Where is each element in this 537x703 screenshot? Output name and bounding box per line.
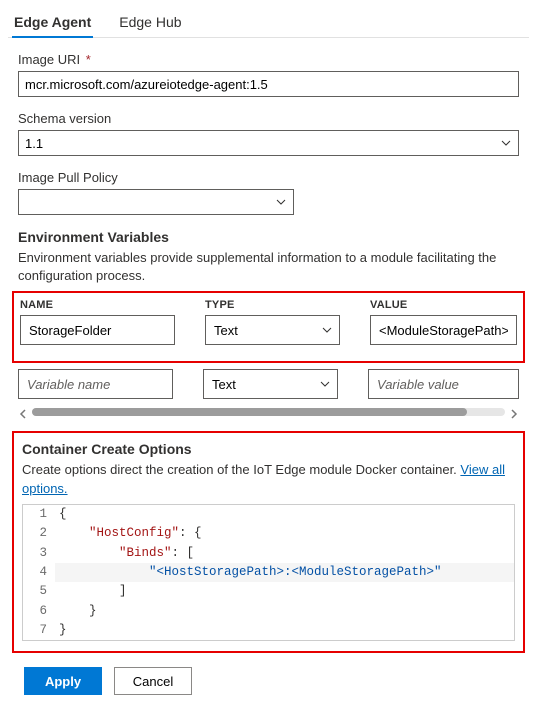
line-number: 2 bbox=[23, 524, 55, 543]
scroll-track[interactable] bbox=[32, 408, 505, 416]
tab-edge-agent[interactable]: Edge Agent bbox=[12, 8, 93, 38]
line-number: 7 bbox=[23, 621, 55, 640]
image-uri-input[interactable] bbox=[18, 71, 519, 97]
scroll-right-icon[interactable] bbox=[509, 407, 519, 417]
env-vars-desc: Environment variables provide supplement… bbox=[18, 249, 519, 285]
schema-version-label: Schema version bbox=[18, 111, 519, 126]
code-content[interactable]: ] bbox=[55, 582, 514, 601]
cco-desc-text: Create options direct the creation of th… bbox=[22, 462, 460, 477]
env-value-placeholder-input[interactable] bbox=[368, 369, 519, 399]
cancel-button[interactable]: Cancel bbox=[114, 667, 192, 695]
code-content[interactable]: { bbox=[55, 505, 514, 524]
env-value-input[interactable] bbox=[370, 315, 517, 345]
required-asterisk: * bbox=[86, 52, 91, 67]
code-line[interactable]: 6 } bbox=[23, 602, 514, 621]
env-name-input[interactable] bbox=[20, 315, 175, 345]
tab-edge-hub[interactable]: Edge Hub bbox=[117, 8, 183, 37]
line-number: 5 bbox=[23, 582, 55, 601]
cco-highlight-box: Container Create Options Create options … bbox=[12, 431, 525, 653]
env-type-select[interactable] bbox=[205, 315, 340, 345]
cco-desc: Create options direct the creation of th… bbox=[22, 461, 515, 497]
env-name-placeholder-input[interactable] bbox=[18, 369, 173, 399]
schema-version-select[interactable] bbox=[18, 130, 519, 156]
image-uri-label: Image URI * bbox=[18, 52, 519, 67]
tabs-bar: Edge Agent Edge Hub bbox=[8, 8, 529, 38]
env-header-value: VALUE bbox=[370, 299, 517, 311]
line-number: 4 bbox=[23, 563, 55, 582]
env-row bbox=[20, 315, 517, 345]
code-content[interactable]: } bbox=[55, 621, 514, 640]
env-highlight-box: NAME TYPE VALUE bbox=[12, 291, 525, 363]
env-header-row: NAME TYPE VALUE bbox=[20, 297, 517, 315]
image-pull-policy-label: Image Pull Policy bbox=[18, 170, 519, 185]
env-placeholder-row bbox=[18, 369, 519, 399]
scroll-left-icon[interactable] bbox=[18, 407, 28, 417]
code-line[interactable]: 4 "<HostStoragePath>:<ModuleStoragePath>… bbox=[23, 563, 514, 582]
scroll-thumb[interactable] bbox=[32, 408, 467, 416]
env-header-name: NAME bbox=[20, 299, 175, 311]
code-content[interactable]: "HostConfig": { bbox=[55, 524, 514, 543]
code-content[interactable]: "<HostStoragePath>:<ModuleStoragePath>" bbox=[55, 563, 514, 582]
env-vars-title: Environment Variables bbox=[18, 229, 519, 245]
line-number: 3 bbox=[23, 544, 55, 563]
code-editor[interactable]: 1{2 "HostConfig": {3 "Binds": [4 "<HostS… bbox=[22, 504, 515, 642]
image-pull-policy-select[interactable] bbox=[18, 189, 294, 215]
code-line[interactable]: 5 ] bbox=[23, 582, 514, 601]
code-line[interactable]: 3 "Binds": [ bbox=[23, 544, 514, 563]
code-line[interactable]: 2 "HostConfig": { bbox=[23, 524, 514, 543]
code-content[interactable]: } bbox=[55, 602, 514, 621]
line-number: 6 bbox=[23, 602, 55, 621]
code-line[interactable]: 1{ bbox=[23, 505, 514, 524]
env-type-placeholder-select[interactable] bbox=[203, 369, 338, 399]
image-uri-label-text: Image URI bbox=[18, 52, 80, 67]
code-line[interactable]: 7} bbox=[23, 621, 514, 640]
line-number: 1 bbox=[23, 505, 55, 524]
env-horizontal-scrollbar[interactable] bbox=[18, 407, 519, 417]
code-content[interactable]: "Binds": [ bbox=[55, 544, 514, 563]
env-header-type: TYPE bbox=[205, 299, 340, 311]
cco-title: Container Create Options bbox=[22, 441, 515, 457]
apply-button[interactable]: Apply bbox=[24, 667, 102, 695]
